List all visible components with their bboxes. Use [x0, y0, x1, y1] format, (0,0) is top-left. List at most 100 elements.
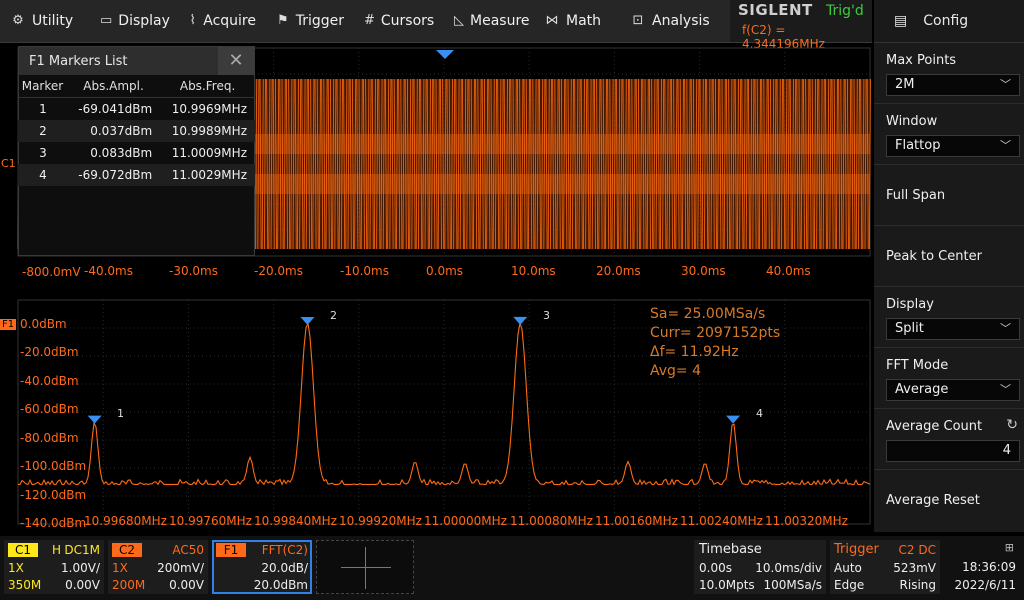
fft-x-tick: 10.99760MHz	[169, 514, 252, 528]
clock-date: 2022/6/11	[954, 578, 1016, 592]
display-label: Display	[886, 297, 934, 312]
refresh-icon[interactable]: ↻	[1006, 417, 1018, 433]
menu-utility[interactable]: ⚙ Utility	[0, 0, 90, 42]
siglent-logo: SIGLENT	[738, 1, 813, 19]
fft-x-tick: 11.00320MHz	[765, 514, 848, 528]
chevron-down-icon: ﹀	[1000, 383, 1011, 396]
timebase-label: Timebase	[699, 542, 762, 557]
clock-box[interactable]: ⊞ 18:36:09 2022/6/11	[944, 540, 1022, 594]
config-title: Config	[923, 13, 969, 29]
average-reset-label: Average Reset	[886, 493, 980, 508]
trigger-status: Trig'd	[826, 3, 864, 19]
time-x-tick: 40.0ms	[766, 264, 811, 278]
display-select[interactable]: Split ﹀	[886, 318, 1020, 340]
markers-list-header[interactable]: F1 Markers List ✕	[19, 47, 254, 75]
analysis-icon: ⊡	[632, 13, 644, 28]
average-count-section: Average Count ↻ 4	[874, 409, 1024, 470]
table-row[interactable]: 2 0.037dBm 10.9989MHz	[18, 120, 255, 142]
fft-marker-point	[726, 415, 741, 424]
max-points-section: Max Points 2M ﹀	[874, 43, 1024, 104]
full-span-label: Full Span	[886, 187, 946, 203]
c1-coupling: DC1M	[64, 543, 100, 557]
menu-display[interactable]: ▭ Display	[90, 0, 178, 42]
average-reset-button[interactable]: Average Reset	[874, 470, 1024, 531]
fft-mode-select[interactable]: Average ﹀	[886, 379, 1020, 401]
trigger-box[interactable]: Trigger C2 DC Auto 523mV Edge Rising	[830, 540, 940, 594]
table-row[interactable]: 4 -69.072dBm 11.0029MHz	[18, 164, 255, 186]
fft-marker-label-1: 1	[117, 407, 124, 420]
time-x-tick: -10.0ms	[340, 264, 389, 278]
time-x-tick: -20.0ms	[254, 264, 303, 278]
c2-channel-box[interactable]: C2 AC50 1X 200mV/ 200M 0.00V	[108, 540, 208, 594]
peak-to-center-button[interactable]: Peak to Center	[874, 226, 1024, 287]
fft-mode-label: FFT Mode	[886, 358, 949, 373]
flag-icon: ⚑	[277, 13, 289, 28]
col-header: Abs.Freq.	[160, 75, 255, 98]
fft-marker-label-4: 4	[756, 407, 763, 420]
trigger-mode: Auto	[834, 561, 862, 575]
menu-analysis[interactable]: ⊡ Analysis	[620, 0, 720, 42]
c1-offset: 0.00V	[65, 578, 100, 592]
window-select[interactable]: Flattop ﹀	[886, 135, 1020, 157]
marker-id: 1	[39, 102, 47, 116]
config-header[interactable]: ▤ Config	[874, 0, 1024, 43]
math-icon: ⋈	[545, 13, 559, 28]
fft-x-tick: 10.99920MHz	[339, 514, 422, 528]
trigger-position-marker[interactable]	[436, 50, 454, 59]
c1-channel-marker[interactable]: C1	[1, 157, 16, 170]
peak-to-center-label: Peak to Center	[886, 248, 982, 264]
fft-y-tick: -20.0dBm	[20, 345, 79, 359]
menu-math[interactable]: ⋈ Math	[534, 0, 620, 42]
menu-cursors[interactable]: # Cursors	[354, 0, 444, 42]
menu-display-label: Display	[118, 13, 170, 29]
display-value: Split	[895, 321, 924, 336]
fft-marker-point	[87, 415, 102, 424]
menu-trigger[interactable]: ⚑ Trigger	[266, 0, 354, 42]
table-row[interactable]: 1 -69.041dBm 10.9969MHz	[18, 98, 255, 121]
time-x-tick: -40.0ms	[84, 264, 133, 278]
menu-measure-label: Measure	[470, 13, 530, 29]
window-value: Flattop	[895, 138, 941, 153]
f1-tag: F1	[216, 543, 246, 557]
c2-scale: 200mV/	[157, 561, 204, 575]
c1-channel-box[interactable]: C1 H DC1M 1X 1.00V/ 350M 0.00V	[4, 540, 104, 594]
max-points-value: 2M	[895, 77, 915, 92]
fft-y-tick: -100.0dBm	[20, 459, 87, 473]
fft-y-tick: -40.0dBm	[20, 374, 79, 388]
marker-ampl: -69.072dBm	[78, 168, 153, 182]
time-x-tick: 10.0ms	[511, 264, 556, 278]
fft-marker-label-3: 3	[543, 309, 550, 322]
c1-tag: C1	[8, 543, 38, 557]
clock-time: 18:36:09	[962, 560, 1016, 574]
time-x-tick: 20.0ms	[596, 264, 641, 278]
monitor-icon: ▭	[100, 13, 113, 28]
fft-marker-label-2: 2	[330, 309, 337, 322]
c2-offset: 0.00V	[169, 578, 204, 592]
time-x-tick: 0.0ms	[426, 264, 464, 278]
f1-reference: 20.0dBm	[253, 578, 308, 592]
markers-list-title: F1 Markers List	[29, 53, 128, 69]
table-row[interactable]: 3 0.083dBm 11.0009MHz	[18, 142, 255, 164]
trigger-type: Edge	[834, 578, 865, 592]
add-channel-button[interactable]	[316, 540, 414, 594]
full-span-button[interactable]: Full Span	[874, 165, 1024, 226]
config-panel: ▤ Config Max Points 2M ﹀ Window Flattop ﹀ F…	[874, 0, 1024, 532]
c1-scale: 1.00V/	[61, 561, 100, 575]
f1-channel-box[interactable]: F1 FFT(C2) 20.0dB/ 20.0dBm	[212, 540, 312, 594]
marker-freq: 11.0029MHz	[171, 168, 247, 182]
fft-y-tick: -80.0dBm	[20, 431, 79, 445]
fft-marker-point	[300, 316, 315, 325]
close-icon[interactable]: ✕	[218, 47, 254, 75]
menu-measure[interactable]: ◺ Measure	[444, 0, 534, 42]
average-count-input[interactable]: 4	[886, 440, 1020, 462]
timebase-box[interactable]: Timebase 0.00s 10.0ms/div 10.0Mpts 100MS…	[694, 540, 826, 594]
menu-acquire[interactable]: ⌇ Acquire	[178, 0, 266, 42]
f1-channel-marker[interactable]: F1	[0, 319, 17, 330]
window-label: Window	[886, 114, 938, 129]
timebase-scale: 10.0ms/div	[755, 561, 822, 575]
c1-probe: 1X	[8, 561, 24, 575]
markers-list-panel[interactable]: F1 Markers List ✕ Marker Abs.Ampl. Abs.F…	[18, 46, 255, 256]
menu-trigger-label: Trigger	[295, 13, 344, 29]
marker-freq: 10.9989MHz	[171, 124, 247, 138]
max-points-select[interactable]: 2M ﹀	[886, 74, 1020, 96]
